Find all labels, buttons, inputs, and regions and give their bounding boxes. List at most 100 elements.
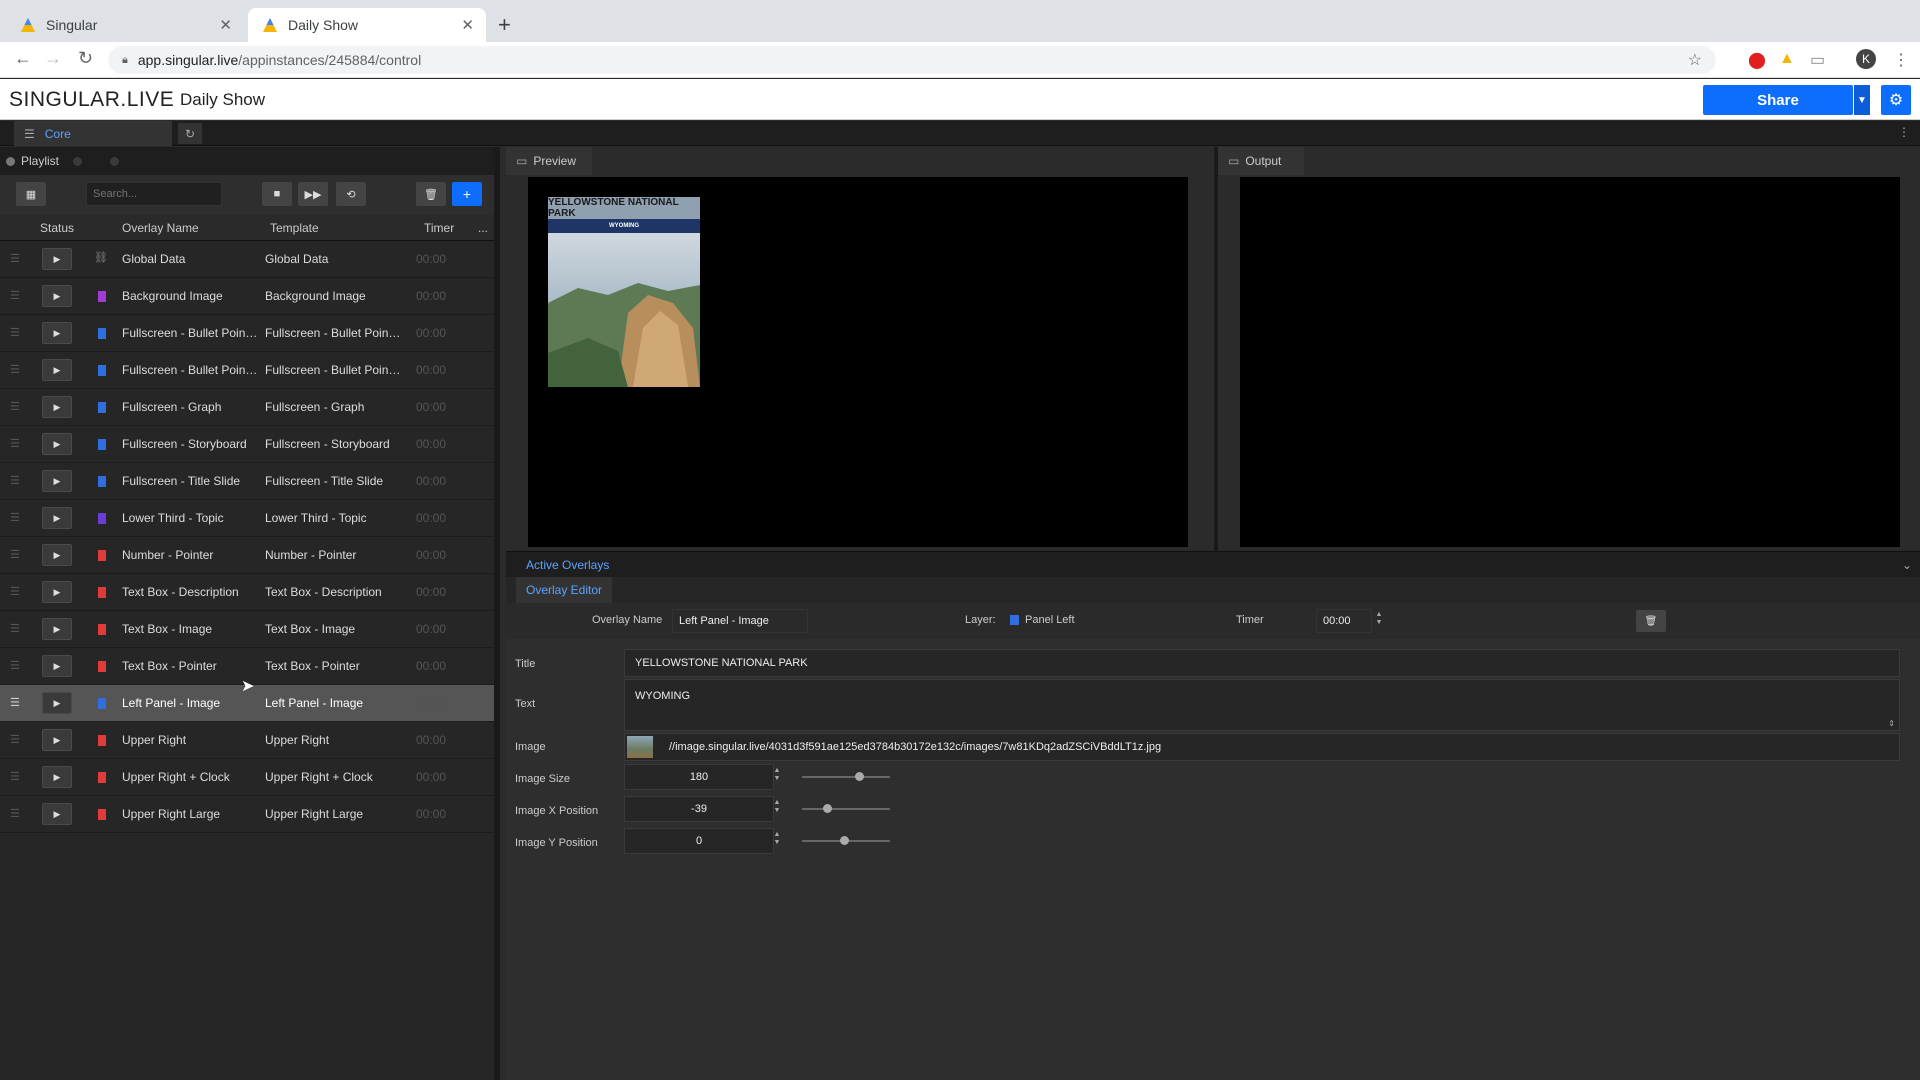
table-row[interactable]: ☰ ▶ Upper Right Upper Right 00:00 <box>0 722 494 759</box>
tab-active-overlays[interactable]: Active Overlays <box>526 558 609 572</box>
table-row[interactable]: ☰ ▶ Text Box - Description Text Box - Descr… <box>0 574 494 611</box>
opera-extension-icon[interactable]: ⬤ <box>1748 50 1766 70</box>
new-tab-icon[interactable]: + <box>498 12 511 38</box>
image-x-stepper[interactable]: ▲ ▼ <box>772 799 782 815</box>
stop-icon[interactable]: ■ <box>262 182 292 206</box>
reload-icon[interactable]: ↻ <box>78 48 93 69</box>
drag-handle-icon[interactable]: ☰ <box>10 289 20 302</box>
drag-handle-icon[interactable]: ☰ <box>10 437 20 450</box>
timer-input[interactable]: 00:00 <box>1316 609 1372 633</box>
play-button[interactable]: ▶ <box>42 729 72 751</box>
column-overlay-name[interactable]: Overlay Name <box>122 221 199 235</box>
column-status[interactable]: Status <box>40 221 74 235</box>
drag-handle-icon[interactable]: ☰ <box>10 400 20 413</box>
play-button[interactable]: ▶ <box>42 470 72 492</box>
settings-gear-icon[interactable]: ⚙ <box>1881 85 1911 115</box>
drag-handle-icon[interactable]: ☰ <box>10 548 20 561</box>
play-button[interactable]: ▶ <box>42 433 72 455</box>
play-button[interactable]: ▶ <box>42 507 72 529</box>
drag-handle-icon[interactable]: ☰ <box>10 585 20 598</box>
drag-handle-icon[interactable]: ☰ <box>10 733 20 746</box>
play-button[interactable]: ▶ <box>42 581 72 603</box>
search-input[interactable] <box>86 182 222 206</box>
play-button[interactable]: ▶ <box>42 285 72 307</box>
close-tab-icon[interactable]: ✕ <box>219 16 232 34</box>
back-icon[interactable]: ← <box>14 48 32 69</box>
table-row[interactable]: ☰ ▶ Upper Right Large Upper Right Large 00:0… <box>0 796 494 833</box>
image-y-stepper[interactable]: ▲ ▼ <box>772 831 782 847</box>
browser-tab-singular[interactable]: Singular ✕ <box>6 8 244 42</box>
image-size-slider-knob[interactable] <box>855 772 865 781</box>
play-button[interactable]: ▶ <box>42 396 72 418</box>
table-row[interactable]: ☰ ▶ Fullscreen - Graph Fullscreen - Graph 00… <box>0 389 494 426</box>
image-y-slider-knob[interactable] <box>840 836 850 845</box>
tab-overlay-editor[interactable]: Overlay Editor <box>516 577 613 603</box>
table-row[interactable]: ☰ ▶ Number - Pointer Number - Pointer 00:00 <box>0 537 494 574</box>
play-button[interactable]: ▶ <box>42 248 72 270</box>
drag-handle-icon[interactable]: ☰ <box>10 696 20 709</box>
cast-extension-icon[interactable]: ▭ <box>1810 50 1825 70</box>
bookmark-star-icon[interactable]: ☆ <box>1688 50 1702 70</box>
play-button[interactable]: ▶ <box>42 359 72 381</box>
table-row[interactable]: ☰ ▶ Fullscreen - Title Slide Fullscreen - T… <box>0 463 494 500</box>
drag-handle-icon[interactable]: ☰ <box>10 326 20 339</box>
table-row[interactable]: ☰ ▶ Fullscreen - Bullet Point... Fullscreen… <box>0 352 494 389</box>
column-template[interactable]: Template <box>270 221 319 235</box>
grid-view-icon[interactable]: ▦ <box>16 182 46 206</box>
refresh-icon[interactable]: ↻ <box>178 123 202 144</box>
address-bar[interactable]: 🔒︎ app.singular.live/appinstances/245884… <box>108 46 1716 74</box>
resize-handle-icon[interactable]: ⇕ <box>1888 719 1895 728</box>
timer-stepper[interactable]: ▲ ▼ <box>1374 611 1384 627</box>
close-tab-icon[interactable]: ✕ <box>461 16 474 34</box>
add-tab-icon[interactable] <box>110 156 120 166</box>
column-timer[interactable]: Timer <box>424 221 454 235</box>
image-y-input[interactable]: 0 <box>624 828 774 854</box>
play-button[interactable]: ▶ <box>42 544 72 566</box>
image-x-input[interactable]: -39 <box>624 796 774 822</box>
drag-handle-icon[interactable]: ☰ <box>10 659 20 672</box>
image-x-slider-knob[interactable] <box>822 804 832 813</box>
browser-menu-icon[interactable]: ⋮ <box>1893 50 1909 70</box>
image-input[interactable]: //image.singular.live/4031d3f591ae125ed3… <box>624 733 1900 761</box>
singular-extension-icon[interactable]: ▲ <box>1779 50 1795 68</box>
add-overlay-button[interactable]: + <box>452 182 482 206</box>
table-row[interactable]: ☰ ▶ Background Image Background Image 00:00 <box>0 278 494 315</box>
tab-playlist[interactable]: Playlist <box>21 154 59 168</box>
delete-icon[interactable]: 🗑︎ <box>416 182 446 206</box>
image-size-slider[interactable] <box>802 776 890 778</box>
share-dropdown-icon[interactable]: ▼ <box>1854 85 1870 115</box>
image-size-input[interactable]: 180 <box>624 764 774 790</box>
forward-icon[interactable]: → <box>44 48 62 69</box>
drag-handle-icon[interactable]: ☰ <box>10 474 20 487</box>
tab-preview[interactable]: ▭ Preview <box>506 147 592 175</box>
title-input[interactable]: YELLOWSTONE NATIONAL PARK <box>624 649 1900 677</box>
loop-icon[interactable]: ⟲ <box>336 182 366 206</box>
more-options-icon[interactable]: ⋮ <box>1898 125 1910 139</box>
tab-output[interactable]: ▭ Output <box>1218 147 1304 175</box>
play-button[interactable]: ▶ <box>42 692 72 714</box>
share-button[interactable]: Share <box>1703 85 1853 115</box>
delete-icon[interactable]: 🗑︎ <box>1636 610 1666 632</box>
profile-avatar[interactable]: K <box>1856 49 1876 69</box>
close-tab-icon[interactable] <box>73 156 83 166</box>
table-row[interactable]: ☰ ▶ Fullscreen - Bullet Point... Fullscreen… <box>0 315 494 352</box>
drag-handle-icon[interactable]: ☰ <box>10 363 20 376</box>
table-row[interactable]: ☰ ▶ Text Box - Image Text Box - Image 00:00 <box>0 611 494 648</box>
table-row[interactable]: ☰ ▶ Lower Third - Topic Lower Third - Topic… <box>0 500 494 537</box>
drag-handle-icon[interactable]: ☰ <box>10 622 20 635</box>
column-menu[interactable]: ... <box>478 221 488 235</box>
layer-select[interactable]: Panel Left <box>1010 614 1075 626</box>
next-icon[interactable]: ▶▶ <box>298 182 328 206</box>
play-button[interactable]: ▶ <box>42 618 72 640</box>
chevron-down-icon[interactable]: ⌄ <box>1902 558 1912 572</box>
drag-handle-icon[interactable]: ☰ <box>10 511 20 524</box>
drag-handle-icon[interactable]: ☰ <box>10 770 20 783</box>
play-button[interactable]: ▶ <box>42 803 72 825</box>
play-button[interactable]: ▶ <box>42 322 72 344</box>
text-textarea[interactable]: WYOMING ⇕ <box>624 679 1900 731</box>
table-row[interactable]: ☰ ▶ ⛓ Global Data Global Data 00:00 <box>0 241 494 278</box>
browser-tab-daily-show[interactable]: Daily Show ✕ <box>248 8 486 42</box>
drag-handle-icon[interactable]: ☰ <box>10 807 20 820</box>
table-row[interactable]: ☰ ▶ Upper Right + Clock Upper Right + Clock… <box>0 759 494 796</box>
table-row[interactable]: ☰ ▶ Fullscreen - Storyboard Fullscreen - St… <box>0 426 494 463</box>
